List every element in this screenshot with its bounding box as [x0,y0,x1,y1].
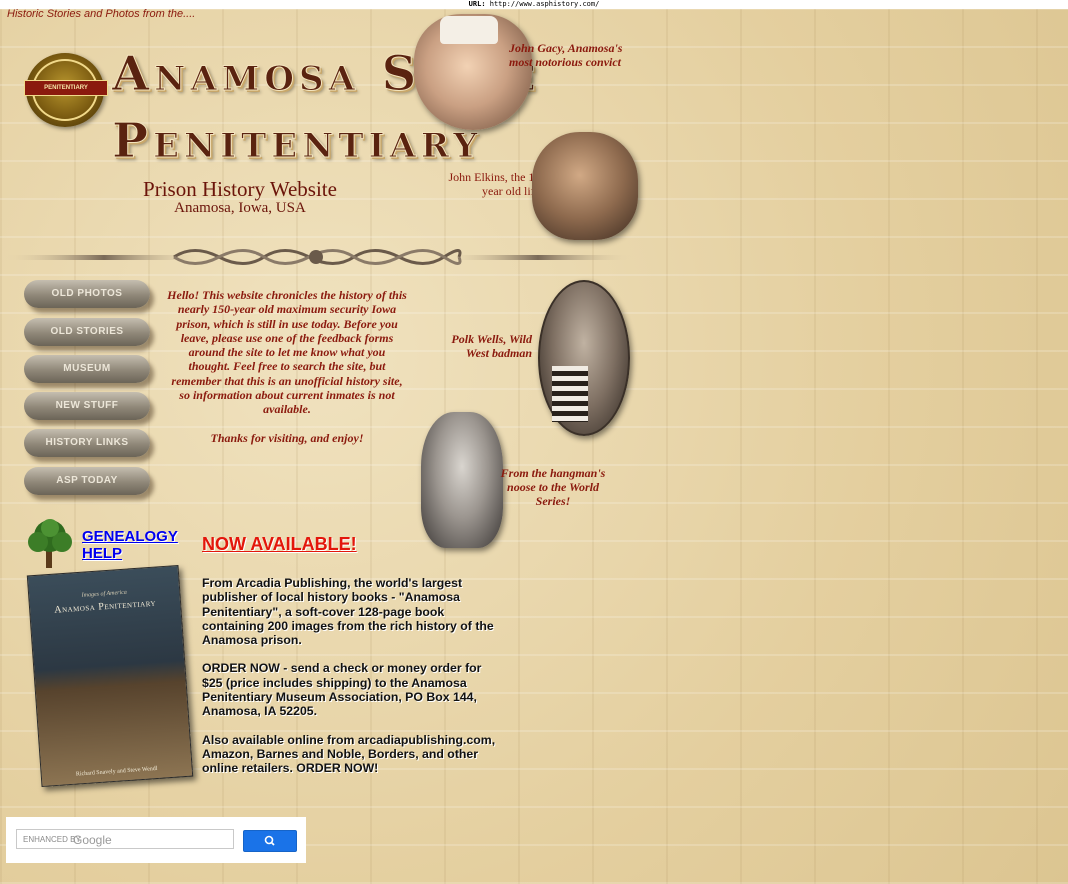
url-value: http://www.asphistory.com/ [489,0,600,8]
nav-old-photos-button[interactable]: OLD PHOTOS [24,280,150,308]
book-authors: Richard Snavely and Steve Wendl [75,765,158,778]
tree-icon[interactable] [20,516,80,570]
order-paragraph-3: Also available online from arcadiapublis… [202,732,496,776]
google-search-box: ENHANCED BY Google [6,817,306,863]
gacy-photo[interactable] [414,14,532,130]
site-subtitle: Prison History Website [143,177,337,201]
hangman-caption[interactable]: From the hangman's noose to the World Se… [498,466,608,508]
intro-paragraph: Hello! This website chronicles the histo… [167,288,407,417]
genealogy-help-link[interactable]: GENEALOGY HELP [82,528,192,562]
genealogy-line1[interactable]: GENEALOGY [82,528,192,545]
intro-thanks: Thanks for visiting, and enjoy! [210,430,364,445]
search-input[interactable]: ENHANCED BY Google [16,829,234,849]
url-label: URL: [468,0,486,8]
order-paragraph-2: ORDER NOW - send a check or money order … [202,661,482,719]
book-cover-image[interactable]: Images of America Anamosa Penitentiary R… [26,564,194,788]
search-icon [264,835,275,846]
site-title-line2: Penitentiary [111,113,483,170]
paper-hat-shape [440,16,498,44]
penitentiary-seal-logo: PENITENTIARY [24,53,108,127]
nav-history-links-button[interactable]: HISTORY LINKS [24,429,150,457]
now-available-heading: NOW AVAILABLE! [202,534,357,554]
nav-new-stuff-button[interactable]: NEW STUFF [24,392,150,420]
elkins-caption[interactable]: John Elkins, the 11-year old lifer [440,170,544,198]
search-button[interactable] [243,830,297,852]
nav-asp-today-button[interactable]: ASP TODAY [24,467,150,495]
seal-ribbon: PENITENTIARY [24,80,108,96]
elkins-photo[interactable] [532,132,638,240]
intro-text: Hello! This website chronicles the histo… [167,288,407,459]
ornamental-divider [4,249,632,265]
google-label: Google [73,833,112,847]
order-paragraph-1: From Arcadia Publishing, the world's lar… [202,576,494,648]
tagline: Historic Stories and Photos from the.... [7,8,196,20]
wells-caption[interactable]: Polk Wells, Wild West badman [442,332,532,360]
order-info: From Arcadia Publishing, the world's lar… [202,576,502,790]
hangman-photo[interactable] [421,412,503,548]
nav-old-stories-button[interactable]: OLD STORIES [24,318,150,346]
gacy-caption[interactable]: John Gacy, Anamosa's most notorious conv… [509,41,631,69]
site-location: Anamosa, Iowa, USA [174,200,306,216]
nav-museum-button[interactable]: MUSEUM [24,355,150,383]
prison-stripes-shape [552,366,588,422]
genealogy-line2[interactable]: HELP [82,545,192,562]
wells-photo[interactable] [538,280,630,436]
